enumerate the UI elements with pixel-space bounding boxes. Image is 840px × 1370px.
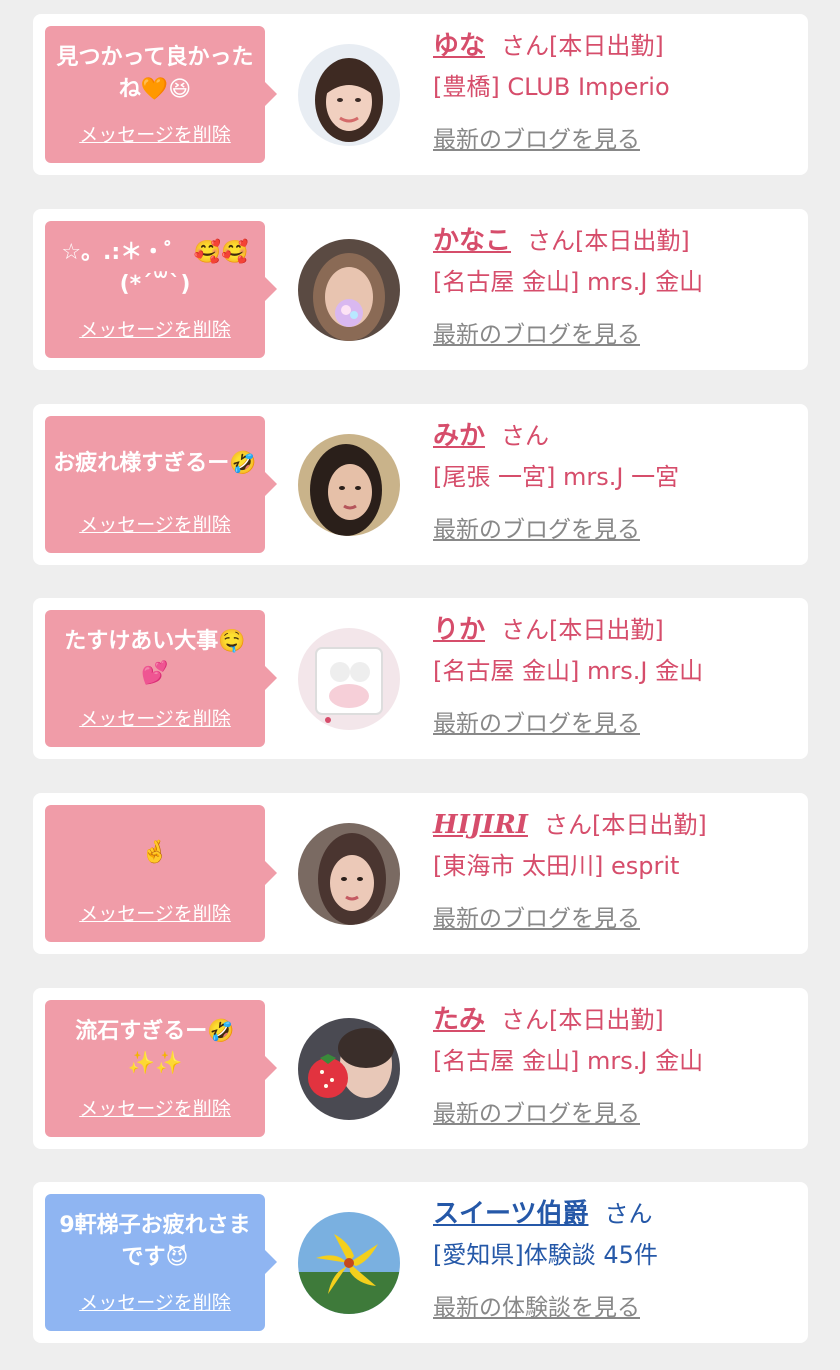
message-text-content: 🤞: [141, 840, 169, 865]
profile-name-link[interactable]: HIJIRI: [433, 810, 528, 840]
profile-name-link[interactable]: かなこ: [433, 226, 511, 256]
message-bubble: ☆。.:＊・゜ 🥰🥰(*´꒳`) メッセージを削除: [45, 221, 277, 358]
delete-message-link[interactable]: メッセージを削除: [79, 704, 231, 731]
shop-label: [尾張 一宮] mrs.J 一宮: [433, 463, 680, 491]
profile-info: ゆな さん[本日出勤] [豊橋] CLUB Imperio 最新のブログを見る: [433, 26, 803, 154]
avatar[interactable]: [298, 44, 400, 146]
shop-label: [名古屋 金山] mrs.J 金山: [433, 1047, 704, 1075]
message-text-content: お疲れ様すぎるー🤣: [53, 451, 257, 476]
avatar[interactable]: [298, 1018, 400, 1120]
latest-blog-link[interactable]: 最新のブログを見る: [433, 1094, 640, 1128]
profile-name-link[interactable]: みか: [433, 421, 485, 451]
profile-info: りか さん[本日出勤] [名古屋 金山] mrs.J 金山 最新のブログを見る: [433, 610, 803, 738]
name-suffix: さん[本日出勤]: [527, 227, 690, 255]
shop-label: [名古屋 金山] mrs.J 金山: [433, 268, 704, 296]
profile-info: スイーツ伯爵 さん [愛知県]体験談 45件 最新の体験談を見る: [433, 1194, 803, 1322]
message-bubble: 見つかって良かったね🧡😆 メッセージを削除: [45, 26, 277, 163]
delete-message-link[interactable]: メッセージを削除: [79, 899, 231, 926]
name-row: スイーツ伯爵 さん: [433, 1194, 803, 1234]
avatar[interactable]: [298, 434, 400, 536]
name-row: たみ さん[本日出勤]: [433, 1000, 803, 1040]
latest-review-link[interactable]: 最新の体験談を見る: [433, 1288, 640, 1322]
message-text-content: 9軒梯子お疲れさまです😈: [59, 1213, 251, 1270]
avatar[interactable]: [298, 1212, 400, 1314]
latest-blog-link[interactable]: 最新のブログを見る: [433, 899, 640, 933]
message-text-content: たすけあい大事🤤💕: [64, 629, 246, 686]
name-row: ゆな さん[本日出勤]: [433, 26, 803, 66]
message-text: 見つかって良かったね🧡😆: [51, 36, 259, 112]
delete-message-link[interactable]: メッセージを削除: [79, 1288, 231, 1315]
avatar[interactable]: [298, 823, 400, 925]
shop-label: [名古屋 金山] mrs.J 金山: [433, 657, 704, 685]
message-text: ☆。.:＊・゜ 🥰🥰(*´꒳`): [51, 231, 259, 307]
name-suffix: さん[本日出勤]: [543, 811, 707, 839]
shop-label: [東海市 太田川] esprit: [433, 852, 680, 880]
message-card: お疲れ様すぎるー🤣 メッセージを削除 みか さん [尾張 一宮] mrs.J 一宮…: [33, 404, 808, 565]
message-card: ☆。.:＊・゜ 🥰🥰(*´꒳`) メッセージを削除 かなこ さん[本日出勤] [名…: [33, 209, 808, 370]
name-suffix: さん: [604, 1200, 653, 1228]
name-row: りか さん[本日出勤]: [433, 610, 803, 650]
profile-info: みか さん [尾張 一宮] mrs.J 一宮 最新のブログを見る: [433, 416, 803, 544]
profile-info: かなこ さん[本日出勤] [名古屋 金山] mrs.J 金山 最新のブログを見る: [433, 221, 803, 349]
message-text: 9軒梯子お疲れさまです😈: [51, 1204, 259, 1280]
message-card: たすけあい大事🤤💕 メッセージを削除 りか さん[本日出勤] [名古屋 金山] m…: [33, 598, 808, 759]
message-text-content: ☆。.:＊・゜ 🥰🥰(*´꒳`): [61, 240, 249, 297]
name-row: かなこ さん[本日出勤]: [433, 221, 803, 261]
shop-label: [愛知県]体験談 45件: [433, 1241, 658, 1269]
message-text: たすけあい大事🤤💕: [51, 620, 259, 696]
profile-name-link[interactable]: りか: [433, 615, 485, 645]
message-text: 🤞: [51, 815, 259, 891]
profile-info: HIJIRI さん[本日出勤] [東海市 太田川] esprit 最新のブログを見…: [433, 805, 803, 933]
message-bubble: たすけあい大事🤤💕 メッセージを削除: [45, 610, 277, 747]
delete-message-link[interactable]: メッセージを削除: [79, 1094, 231, 1121]
message-card: 流石すぎるー🤣✨✨ メッセージを削除 たみ さん[本日出勤] [名古屋 金山] m…: [33, 988, 808, 1149]
latest-blog-link[interactable]: 最新のブログを見る: [433, 510, 640, 544]
message-text: お疲れ様すぎるー🤣: [51, 426, 259, 502]
message-card: 見つかって良かったね🧡😆 メッセージを削除 ゆな さん[本日出勤] [豊橋] CL…: [33, 14, 808, 175]
message-text: 流石すぎるー🤣✨✨: [51, 1010, 259, 1086]
message-bubble: 流石すぎるー🤣✨✨ メッセージを削除: [45, 1000, 277, 1137]
delete-message-link[interactable]: メッセージを削除: [79, 315, 231, 342]
name-suffix: さん: [501, 422, 550, 450]
name-suffix: さん[本日出勤]: [501, 32, 664, 60]
latest-blog-link[interactable]: 最新のブログを見る: [433, 315, 640, 349]
message-bubble: お疲れ様すぎるー🤣 メッセージを削除: [45, 416, 277, 553]
message-text-content: 見つかって良かったね🧡😆: [56, 45, 254, 102]
latest-blog-link[interactable]: 最新のブログを見る: [433, 704, 640, 738]
message-bubble: 🤞 メッセージを削除: [45, 805, 277, 942]
name-suffix: さん[本日出勤]: [501, 1006, 664, 1034]
message-card: 🤞 メッセージを削除 HIJIRI さん[本日出勤] [東海市 太田川] espr…: [33, 793, 808, 954]
name-suffix: さん[本日出勤]: [501, 616, 664, 644]
avatar[interactable]: [298, 628, 400, 730]
avatar[interactable]: [298, 239, 400, 341]
name-row: みか さん: [433, 416, 803, 456]
message-bubble: 9軒梯子お疲れさまです😈 メッセージを削除: [45, 1194, 277, 1331]
profile-info: たみ さん[本日出勤] [名古屋 金山] mrs.J 金山 最新のブログを見る: [433, 1000, 803, 1128]
latest-blog-link[interactable]: 最新のブログを見る: [433, 120, 640, 154]
delete-message-link[interactable]: メッセージを削除: [79, 120, 231, 147]
profile-name-link[interactable]: ゆな: [433, 31, 485, 61]
profile-name-link[interactable]: スイーツ伯爵: [433, 1199, 588, 1229]
delete-message-link[interactable]: メッセージを削除: [79, 510, 231, 537]
message-text-content: 流石すぎるー🤣✨✨: [75, 1019, 235, 1076]
name-row: HIJIRI さん[本日出勤]: [433, 805, 803, 845]
shop-label: [豊橋] CLUB Imperio: [433, 73, 670, 101]
profile-name-link[interactable]: たみ: [433, 1005, 485, 1035]
message-card: 9軒梯子お疲れさまです😈 メッセージを削除 スイーツ伯爵 さん [愛知県]体験談 …: [33, 1182, 808, 1343]
